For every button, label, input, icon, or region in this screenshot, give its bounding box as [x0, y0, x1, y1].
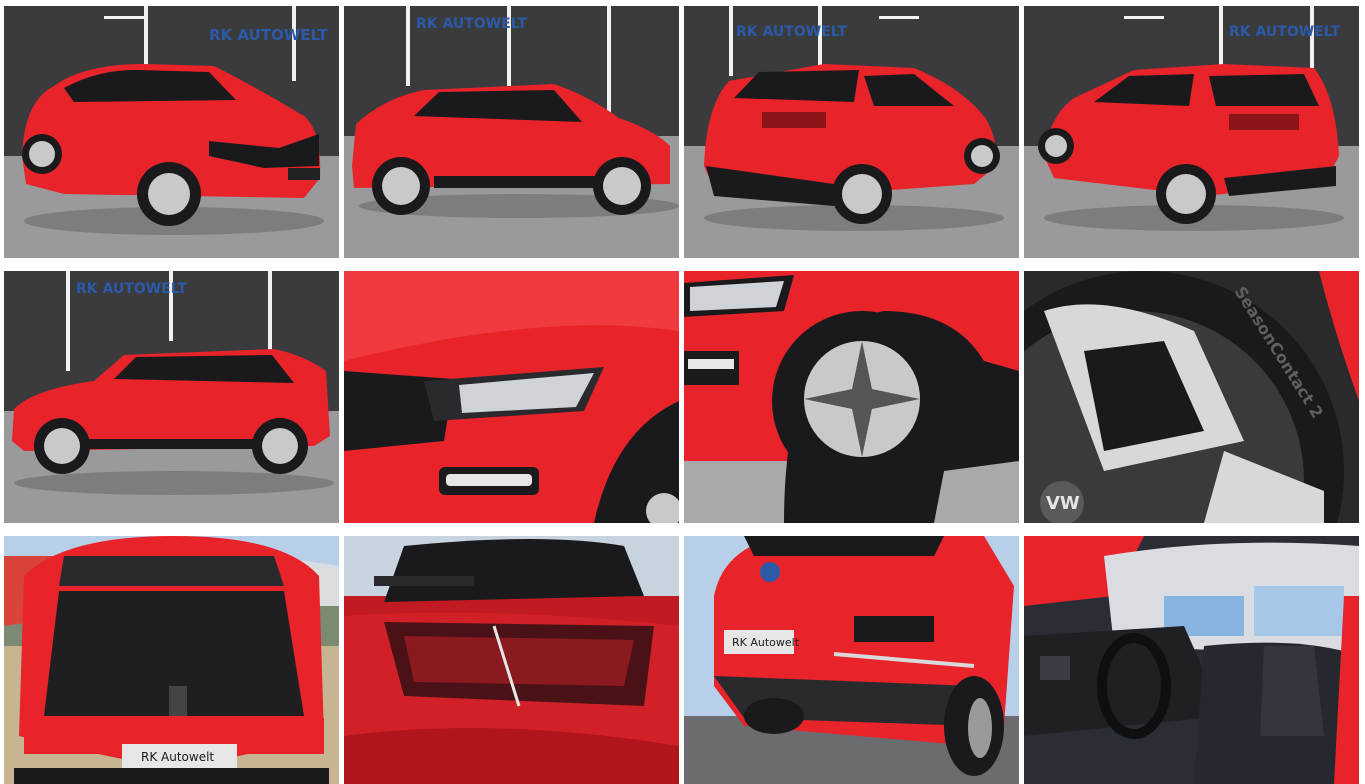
car-image: RK AUTOWELT — [684, 6, 1019, 258]
photo-headlight[interactable] — [344, 271, 679, 523]
photo-front-wheel[interactable] — [684, 271, 1019, 523]
car-image: VW SeasonContact 2 — [1024, 271, 1359, 523]
photo-right-side[interactable]: RK AUTOWELT — [344, 6, 679, 258]
car-image: RK Autowelt — [684, 536, 1019, 784]
car-image — [344, 536, 679, 784]
photo-open-trunk[interactable]: RK Autowelt — [4, 536, 339, 784]
photo-rim[interactable]: VW SeasonContact 2 — [1024, 271, 1359, 523]
car-image: RK AUTOWELT — [4, 271, 339, 523]
studio-logo-text: RK AUTOWELT — [76, 281, 187, 297]
car-image — [1024, 536, 1359, 784]
photo-gallery: RK AUTOWELT RK AUTOWELT RK AUTOWELT RK A… — [4, 6, 1360, 784]
svg-text:VW: VW — [1046, 493, 1080, 514]
car-image: RK AUTOWELT — [4, 6, 339, 258]
car-image: RK AUTOWELT — [1024, 6, 1359, 258]
photo-rear-right[interactable]: RK AUTOWELT — [684, 6, 1019, 258]
studio-logo-text: RK AUTOWELT — [416, 16, 527, 32]
studio-logo-text: RK AUTOWELT — [209, 26, 329, 44]
photo-rear-left[interactable]: RK AUTOWELT — [1024, 6, 1359, 258]
photo-interior[interactable] — [1024, 536, 1359, 784]
car-image: RK AUTOWELT — [344, 6, 679, 258]
license-plate-text: RK Autowelt — [141, 750, 214, 764]
car-image: RK Autowelt — [4, 536, 339, 784]
photo-taillight[interactable] — [344, 536, 679, 784]
photo-rear-bumper[interactable]: RK Autowelt — [684, 536, 1019, 784]
studio-logo-text: RK AUTOWELT — [1229, 24, 1340, 40]
license-plate-text: RK Autowelt — [732, 636, 800, 649]
photo-left-side[interactable]: RK AUTOWELT — [4, 271, 339, 523]
car-image — [684, 271, 1019, 523]
car-image — [344, 271, 679, 523]
studio-logo-text: RK AUTOWELT — [736, 24, 847, 40]
photo-front-left[interactable]: RK AUTOWELT — [4, 6, 339, 258]
